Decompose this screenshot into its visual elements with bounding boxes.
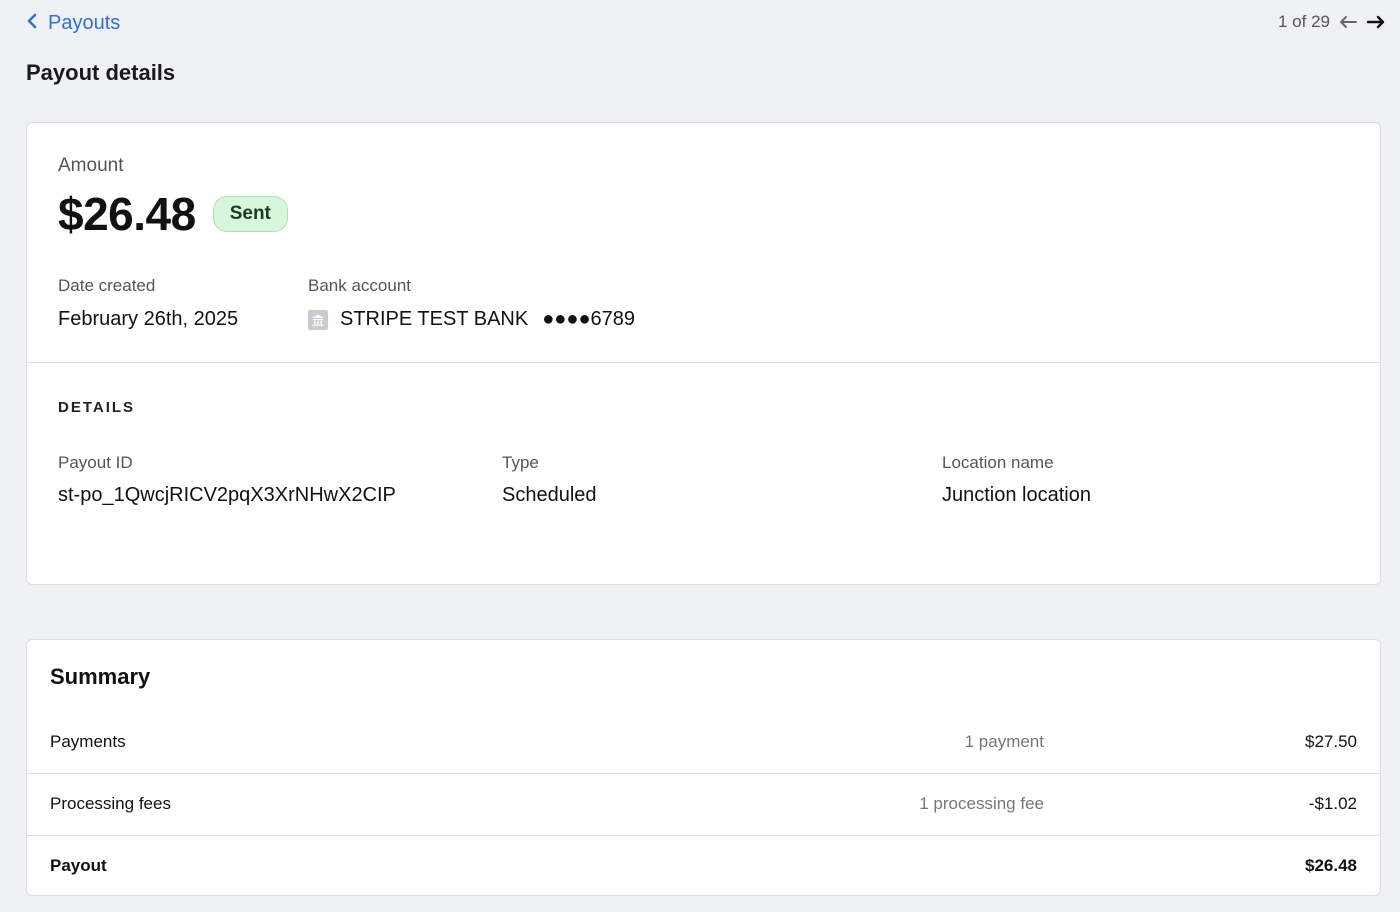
summary-row-label: Payments bbox=[50, 732, 126, 751]
back-link-label: Payouts bbox=[48, 12, 121, 34]
type-label: Type bbox=[502, 453, 539, 472]
amount-value: $26.48 bbox=[58, 188, 196, 240]
payout-id-value: st-po_1QwcjRICV2pqX3XrNHwX2CIP bbox=[58, 484, 396, 506]
summary-row-amount: $26.48 bbox=[1305, 856, 1357, 875]
summary-row-label: Processing fees bbox=[50, 794, 171, 813]
top-bar: Payouts 1 of 29 bbox=[0, 0, 1400, 50]
bank-icon bbox=[308, 309, 328, 330]
details-heading: DETAILS bbox=[58, 399, 136, 416]
summary-row-label: Payout bbox=[50, 856, 107, 875]
summary-title: Summary bbox=[50, 664, 151, 689]
payout-card: Amount $26.48 Sent Date created February… bbox=[26, 122, 1381, 585]
arrow-right-icon[interactable] bbox=[1366, 14, 1386, 30]
summary-row-processing-fees: Processing fees 1 processing fee -$1.02 bbox=[27, 773, 1380, 835]
amount-row: $26.48 Sent bbox=[58, 187, 288, 241]
bank-account-label: Bank account bbox=[308, 276, 412, 295]
type-value: Scheduled bbox=[502, 484, 597, 506]
summary-row-amount: -$1.02 bbox=[1308, 794, 1357, 813]
date-created-value: February 26th, 2025 bbox=[58, 308, 239, 330]
chevron-left-icon bbox=[26, 12, 38, 35]
bank-account-mask: ●●●●6789 bbox=[542, 308, 636, 330]
bank-name: STRIPE TEST BANK bbox=[340, 308, 529, 330]
location-name-value: Junction location bbox=[942, 484, 1091, 506]
amount-label: Amount bbox=[58, 155, 124, 176]
summary-row-payout: Payout $26.48 bbox=[27, 835, 1380, 897]
status-badge: Sent bbox=[212, 196, 288, 232]
summary-row-payments: Payments 1 payment $27.50 bbox=[27, 711, 1380, 773]
divider bbox=[27, 362, 1380, 363]
payout-id-label: Payout ID bbox=[58, 453, 133, 472]
location-name-label: Location name bbox=[942, 453, 1054, 472]
summary-card: Summary Payments 1 payment $27.50 Proces… bbox=[26, 639, 1381, 896]
back-to-payouts-link[interactable]: Payouts bbox=[26, 12, 120, 35]
page-title: Payout details bbox=[26, 60, 176, 85]
bank-account-value: STRIPE TEST BANK ●●●●6789 bbox=[308, 308, 635, 331]
pager: 1 of 29 bbox=[1278, 12, 1386, 32]
summary-row-count: 1 processing fee bbox=[919, 794, 1044, 813]
date-created-label: Date created bbox=[58, 276, 156, 295]
summary-row-count: 1 payment bbox=[964, 732, 1044, 751]
arrow-left-icon[interactable] bbox=[1338, 14, 1358, 30]
pager-text: 1 of 29 bbox=[1278, 12, 1330, 31]
summary-row-amount: $27.50 bbox=[1305, 732, 1357, 751]
